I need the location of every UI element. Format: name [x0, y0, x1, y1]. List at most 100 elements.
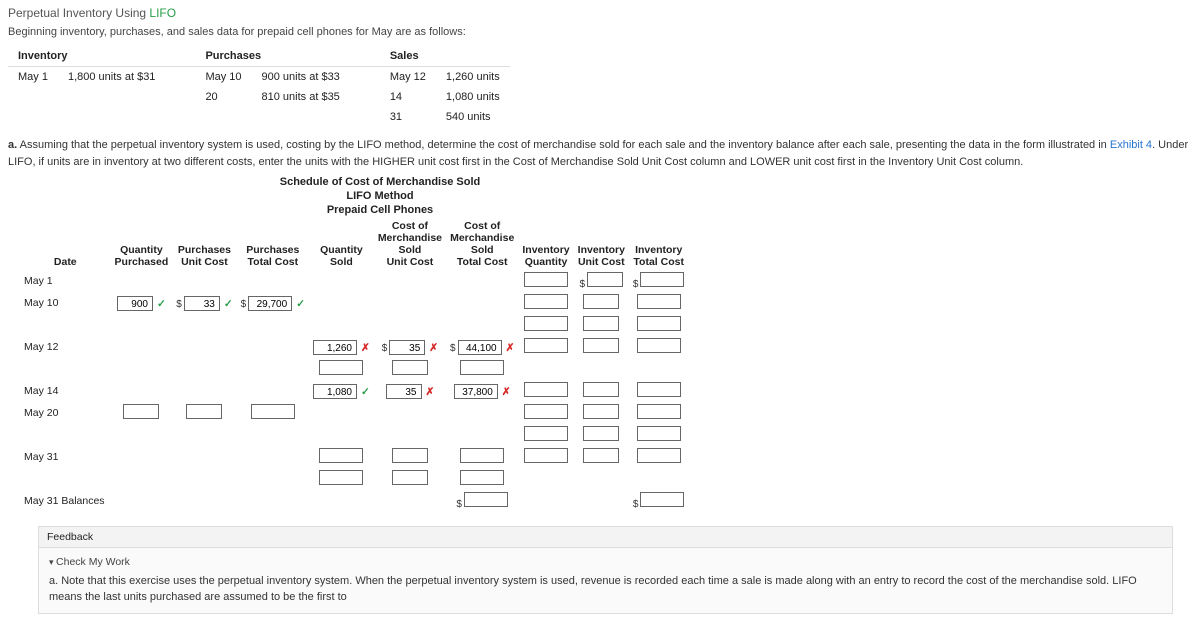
input-m12-uc2[interactable] — [392, 360, 428, 375]
col-qp: Quantity Purchased — [111, 218, 173, 270]
input-m10-iq1[interactable] — [524, 294, 568, 309]
check-icon: ✓ — [361, 386, 370, 398]
pur1-text: 900 units at $33 — [252, 67, 350, 88]
th-inventory: Inventory — [8, 46, 165, 67]
th-purchases: Purchases — [195, 46, 349, 67]
feedback-tab: Feedback — [39, 527, 1172, 548]
sal1-date: May 12 — [380, 67, 436, 88]
input-m31-iuc[interactable] — [583, 448, 619, 463]
row-may12: May 12 — [20, 336, 111, 358]
input-m1-itc[interactable] — [640, 272, 684, 287]
input-m10-iuc2[interactable] — [583, 316, 619, 331]
input-m31-qs2[interactable] — [319, 470, 363, 485]
col-iuc: Inventory Unit Cost — [574, 218, 629, 270]
sched-h2: LIFO Method — [200, 190, 560, 202]
row-balances: May 31 Balances — [20, 490, 111, 512]
check-icon: ✓ — [157, 298, 166, 310]
input-m1-iq[interactable] — [524, 272, 568, 287]
page-title: Perpetual Inventory Using LIFO — [8, 6, 1192, 20]
input-m31-uc2[interactable] — [392, 470, 428, 485]
input-m14-itc[interactable] — [637, 382, 681, 397]
col-cmstc: Cost of Merchandise Sold Total Cost — [446, 218, 518, 270]
input-m12-qs[interactable]: 1,260 — [313, 340, 357, 355]
row-may31: May 31 — [20, 446, 111, 468]
col-cmsuc: Cost of Merchandise Sold Unit Cost — [374, 218, 446, 270]
input-m12-uc[interactable]: 35 — [389, 340, 425, 355]
link-exhibit-4[interactable]: Exhibit 4 — [1110, 139, 1152, 151]
input-m10-iq2[interactable] — [524, 316, 568, 331]
inv-date: May 1 — [8, 67, 58, 88]
input-m12-iuc[interactable] — [583, 338, 619, 353]
input-m12-qs2[interactable] — [319, 360, 363, 375]
input-m20-puc[interactable] — [186, 404, 222, 419]
input-m12-tc[interactable]: 44,100 — [458, 340, 502, 355]
input-m20-iuc1[interactable] — [583, 404, 619, 419]
sched-h1: Schedule of Cost of Merchandise Sold — [200, 176, 560, 188]
pur1-date: May 10 — [195, 67, 251, 88]
intro-text: Beginning inventory, purchases, and sale… — [8, 26, 1192, 38]
col-puc: Purchases Unit Cost — [172, 218, 236, 270]
row-may20: May 20 — [20, 402, 111, 424]
row-may14: May 14 — [20, 380, 111, 402]
sal1-text: 1,260 units — [436, 67, 510, 88]
data-table: Inventory Purchases Sales May 1 1,800 un… — [8, 46, 510, 127]
inv-text: 1,800 units at $31 — [58, 67, 165, 88]
input-m31-tc2[interactable] — [460, 470, 504, 485]
sal2-date: 14 — [380, 87, 436, 107]
sal3-date: 31 — [380, 107, 436, 127]
check-my-work-toggle[interactable]: Check My Work — [49, 556, 1162, 568]
col-itc: Inventory Total Cost — [629, 218, 689, 270]
input-m20-qp[interactable] — [123, 404, 159, 419]
input-m20-itc1[interactable] — [637, 404, 681, 419]
input-m14-uc[interactable]: 35 — [386, 384, 422, 399]
input-m31-qs1[interactable] — [319, 448, 363, 463]
input-m14-iq[interactable] — [524, 382, 568, 397]
input-m12-tc2[interactable] — [460, 360, 504, 375]
instruction-a: a. Assuming that the perpetual inventory… — [8, 137, 1192, 170]
input-m12-iq[interactable] — [524, 338, 568, 353]
col-qs: Quantity Sold — [309, 218, 374, 270]
input-m10-qp[interactable]: 900 — [117, 296, 153, 311]
instr-text1: Assuming that the perpetual inventory sy… — [17, 139, 1110, 151]
row-may10: May 10 — [20, 292, 111, 314]
schedule-table: Date Quantity Purchased Purchases Unit C… — [20, 218, 688, 512]
input-m1-iuc[interactable] — [587, 272, 623, 287]
input-m20-iuc2[interactable] — [583, 426, 619, 441]
input-m20-iq2[interactable] — [524, 426, 568, 441]
input-m10-itc1[interactable] — [637, 294, 681, 309]
input-m31-tc1[interactable] — [460, 448, 504, 463]
input-m31-iq[interactable] — [524, 448, 568, 463]
col-date: Date — [20, 218, 111, 270]
col-ptc: Purchases Total Cost — [237, 218, 309, 270]
input-m14-iuc[interactable] — [583, 382, 619, 397]
input-m20-iq1[interactable] — [524, 404, 568, 419]
input-m10-iuc1[interactable] — [583, 294, 619, 309]
pur2-date: 20 — [195, 87, 251, 107]
pur2-text: 810 units at $35 — [252, 87, 350, 107]
th-sales: Sales — [380, 46, 510, 67]
input-m20-itc2[interactable] — [637, 426, 681, 441]
title-part1: Perpetual Inventory Using — [8, 6, 149, 20]
input-bal-itc[interactable] — [640, 492, 684, 507]
input-m31-uc1[interactable] — [392, 448, 428, 463]
title-part2: LIFO — [149, 6, 176, 20]
feedback-panel: Feedback Check My Work a. Note that this… — [38, 526, 1173, 614]
check-icon: ✓ — [224, 298, 233, 310]
x-icon: ✗ — [429, 342, 438, 354]
input-m10-puc[interactable]: 33 — [184, 296, 220, 311]
input-m12-itc[interactable] — [637, 338, 681, 353]
row-may1: May 1 — [20, 270, 111, 292]
x-icon: ✗ — [361, 342, 370, 354]
input-m10-itc2[interactable] — [637, 316, 681, 331]
sched-h3: Prepaid Cell Phones — [200, 204, 560, 216]
input-m14-tc[interactable]: 37,800 — [454, 384, 498, 399]
input-m14-qs[interactable]: 1,080 — [313, 384, 357, 399]
sal2-text: 1,080 units — [436, 87, 510, 107]
input-m20-ptc[interactable] — [251, 404, 295, 419]
input-bal-tc[interactable] — [464, 492, 508, 507]
x-icon: ✗ — [506, 342, 515, 354]
input-m10-ptc[interactable]: 29,700 — [248, 296, 292, 311]
feedback-note: a. Note that this exercise uses the perp… — [49, 574, 1162, 605]
input-m31-itc[interactable] — [637, 448, 681, 463]
x-icon: ✗ — [426, 386, 435, 398]
